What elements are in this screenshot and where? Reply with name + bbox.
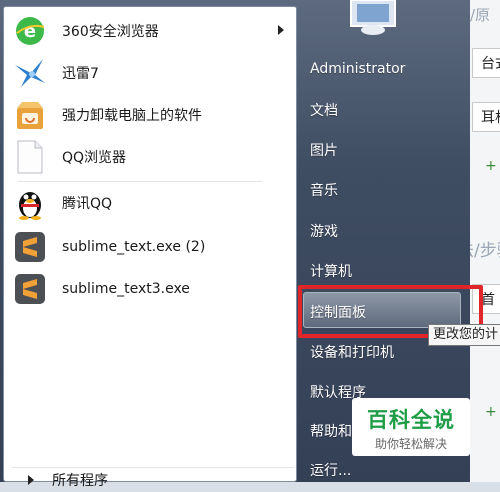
all-programs-arrow-icon	[28, 475, 34, 485]
programs-pane: e 360安全浏览器 迅雷7 强力卸载电脑上的软件 QQ浏览器 腾讯QQ sub…	[3, 6, 297, 489]
all-programs-button[interactable]: 所有程序	[12, 467, 294, 492]
program-label: 强力卸载电脑上的软件	[62, 108, 202, 124]
uninstall-box-icon	[12, 97, 48, 133]
menu-item-pictures[interactable]: 图片	[310, 140, 338, 160]
sublime-text-icon	[12, 229, 48, 265]
separator	[18, 181, 262, 182]
user-name-link[interactable]: Administrator	[310, 61, 405, 77]
menu-item-devices-printers[interactable]: 设备和打印机	[310, 342, 394, 362]
sublime-text-icon	[12, 271, 48, 307]
bg-field-2[interactable]: 耳机	[472, 102, 500, 132]
menu-item-run[interactable]: 运行...	[310, 460, 351, 480]
program-label: QQ浏览器	[62, 150, 127, 166]
submenu-arrow-icon[interactable]	[278, 25, 284, 35]
bg-field-1[interactable]: 台式	[472, 48, 500, 78]
program-label: 腾讯QQ	[62, 196, 113, 212]
program-item-qq-browser[interactable]: QQ浏览器	[12, 137, 294, 177]
control-panel-tooltip: 更改您的计	[428, 324, 500, 346]
program-item-sublime-text3[interactable]: sublime_text3.exe	[12, 269, 294, 309]
program-item-360-browser[interactable]: e 360安全浏览器	[12, 11, 294, 51]
program-label: sublime_text3.exe	[62, 281, 190, 297]
program-item-xunlei[interactable]: 迅雷7	[12, 53, 294, 93]
user-picture-icon[interactable]	[347, 0, 407, 36]
bg-plus-1[interactable]: +	[485, 158, 497, 174]
blank-document-icon	[12, 139, 48, 175]
watermark-title: 百科全说	[367, 408, 455, 432]
program-label: 360安全浏览器	[62, 24, 159, 40]
menu-item-music[interactable]: 音乐	[310, 180, 338, 200]
program-item-uninstaller[interactable]: 强力卸载电脑上的软件	[12, 95, 294, 135]
program-label: sublime_text.exe (2)	[62, 239, 206, 255]
svg-text:e: e	[24, 21, 36, 42]
program-item-sublime-text[interactable]: sublime_text.exe (2)	[12, 227, 294, 267]
watermark-subtitle: 助你轻松解决	[374, 437, 447, 451]
xunlei-bird-icon	[12, 55, 48, 91]
program-item-tencent-qq[interactable]: 腾讯QQ	[12, 183, 294, 223]
menu-item-documents[interactable]: 文档	[310, 100, 338, 120]
menu-item-computer[interactable]: 计算机	[310, 261, 352, 281]
menu-item-games[interactable]: 游戏	[310, 221, 338, 241]
qq-penguin-icon	[12, 185, 48, 221]
bg-plus-2[interactable]: +	[485, 404, 497, 420]
menu-item-help[interactable]: 帮助和	[310, 421, 352, 441]
watermark-logo: 百科全说 助你轻松解决	[352, 398, 470, 456]
program-label: 迅雷7	[62, 66, 99, 82]
360-browser-icon: e	[12, 13, 48, 49]
all-programs-label: 所有程序	[52, 473, 108, 489]
